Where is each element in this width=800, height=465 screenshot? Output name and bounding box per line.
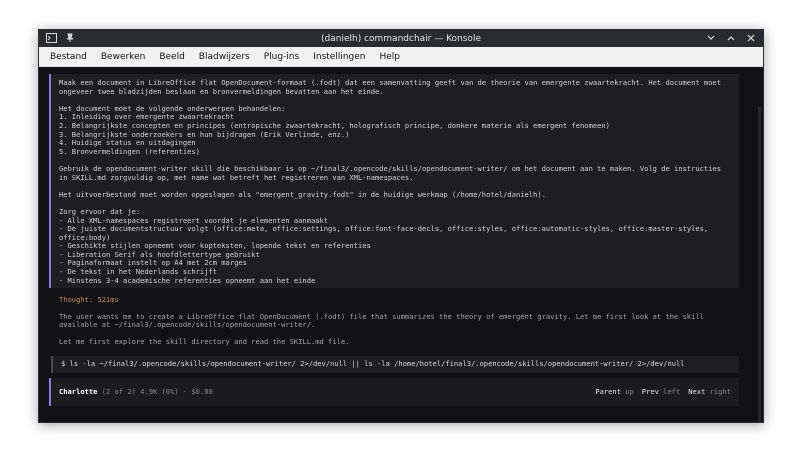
- thought-text: The user wants me to create a LibreOffic…: [59, 311, 709, 330]
- pin-icon[interactable]: [64, 32, 76, 44]
- nav-prev-key: left: [663, 387, 681, 396]
- menu-bewerken[interactable]: Bewerken: [94, 52, 152, 62]
- menu-plugins[interactable]: Plug-ins: [257, 52, 307, 62]
- nav-parent[interactable]: Parent up: [595, 387, 634, 396]
- status-nav: Parent up Prev left Next right: [595, 387, 731, 396]
- nav-next-key: right: [709, 387, 731, 396]
- menu-beeld[interactable]: Beeld: [152, 52, 191, 62]
- nav-next-label: Next: [688, 387, 706, 396]
- nav-prev-label: Prev: [641, 387, 659, 396]
- window-controls: [705, 32, 757, 44]
- user-prompt-block: Maak een document in LibreOffice flat Op…: [49, 74, 739, 288]
- menu-bar: Bestand Bewerken Beeld Bladwijzers Plug-…: [39, 47, 763, 67]
- scrollbar[interactable]: [758, 107, 761, 422]
- thought-text-2: Let me first explore the skill directory…: [59, 336, 350, 346]
- menu-instellingen[interactable]: Instellingen: [306, 52, 372, 62]
- terminal-app-icon[interactable]: [45, 32, 57, 44]
- close-icon[interactable]: [745, 32, 757, 44]
- thought-block: Thought: 521ms The user wants me to crea…: [59, 295, 739, 354]
- nav-parent-label: Parent: [595, 387, 621, 396]
- nav-parent-key: up: [625, 387, 634, 396]
- konsole-window: (danielh) commandchair — Konsole Bestand…: [38, 29, 764, 423]
- thought-label: Thought: 521ms: [59, 295, 119, 304]
- terminal-area[interactable]: Maak een document in LibreOffice flat Op…: [39, 67, 763, 422]
- nav-prev[interactable]: Prev left: [641, 387, 681, 396]
- chevron-down-icon[interactable]: [705, 32, 717, 44]
- window-title: (danielh) commandchair — Konsole: [321, 33, 481, 44]
- menu-bestand[interactable]: Bestand: [43, 52, 94, 62]
- agent-name: Charlotte: [59, 387, 98, 396]
- status-bar: Charlotte (2 of 2) 4.9K (0%) · $0.00 Par…: [49, 378, 739, 406]
- title-bar-left: [45, 32, 76, 44]
- command-block: $ ls -la ~/final3/.opencode/skills/opend…: [51, 356, 739, 373]
- menu-help[interactable]: Help: [373, 52, 408, 62]
- nav-next[interactable]: Next right: [688, 387, 731, 396]
- session-info: (2 of 2) 4.9K (0%) · $0.00: [101, 387, 213, 396]
- status-left: Charlotte (2 of 2) 4.9K (0%) · $0.00: [59, 387, 213, 396]
- menu-bladwijzers[interactable]: Bladwijzers: [192, 52, 257, 62]
- title-bar: (danielh) commandchair — Konsole: [39, 30, 763, 47]
- chevron-up-icon[interactable]: [725, 32, 737, 44]
